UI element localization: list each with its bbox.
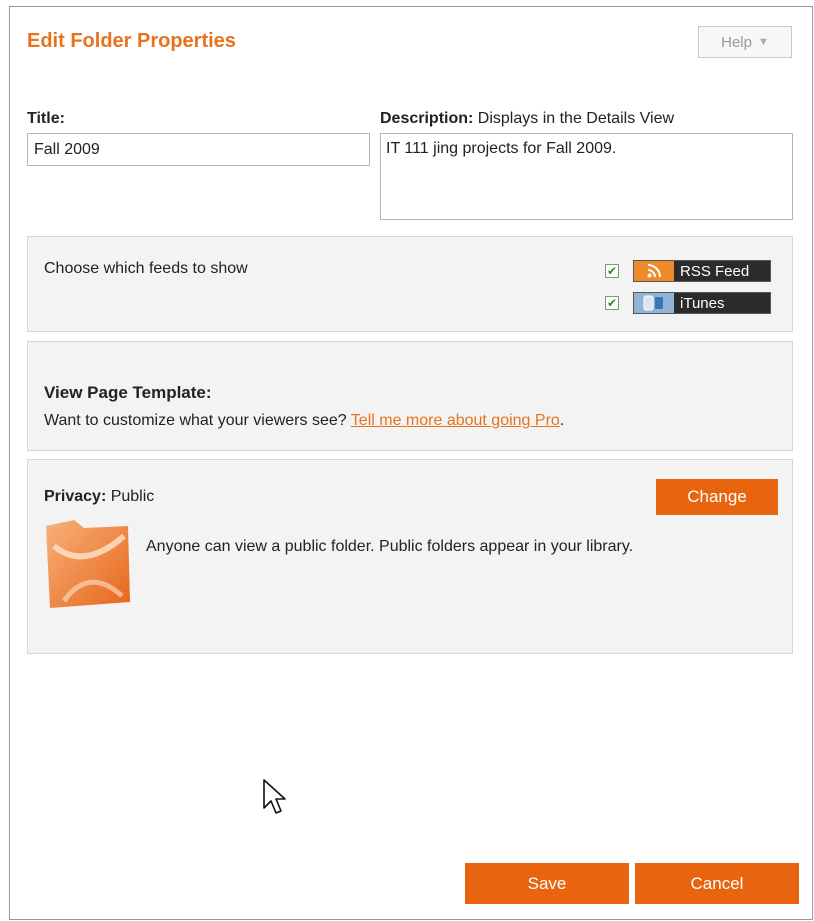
itunes-icon — [634, 293, 674, 313]
cancel-button[interactable]: Cancel — [635, 863, 799, 904]
privacy-label: Privacy: Public — [44, 488, 154, 506]
change-privacy-button[interactable]: Change — [656, 479, 778, 515]
title-label: Title: — [27, 110, 65, 127]
dialog-title: Edit Folder Properties — [27, 30, 236, 52]
template-heading: View Page Template: — [44, 383, 212, 402]
go-pro-link[interactable]: Tell me more about going Pro — [351, 412, 560, 429]
rss-feed-label: RSS Feed — [680, 262, 750, 280]
template-panel: View Page Template: Want to customize wh… — [27, 341, 793, 451]
help-label: Help — [721, 33, 752, 51]
privacy-label-strong: Privacy: — [44, 488, 107, 505]
itunes-label: iTunes — [680, 294, 725, 312]
template-text: Want to customize what your viewers see?… — [44, 412, 564, 430]
feeds-prompt: Choose which feeds to show — [44, 260, 248, 277]
description-label-strong: Description: — [380, 110, 474, 127]
description-input[interactable] — [380, 133, 793, 220]
rss-checkbox[interactable]: ✔ — [605, 264, 619, 278]
title-input[interactable] — [27, 133, 370, 166]
template-prompt: Want to customize what your viewers see? — [44, 412, 351, 429]
description-label: Description: Displays in the Details Vie… — [380, 110, 674, 128]
feed-row-rss: ✔ RSS Feed — [605, 260, 771, 282]
rss-icon — [634, 261, 674, 281]
rss-feed-badge[interactable]: RSS Feed — [633, 260, 771, 282]
privacy-value: Public — [106, 488, 155, 505]
mouse-pointer-icon — [261, 778, 289, 818]
help-button[interactable]: Help ▼ — [698, 26, 792, 58]
chevron-down-icon: ▼ — [757, 36, 769, 48]
itunes-checkbox[interactable]: ✔ — [605, 296, 619, 310]
itunes-badge[interactable]: iTunes — [633, 292, 771, 314]
save-button[interactable]: Save — [465, 863, 629, 904]
description-hint: Displays in the Details View — [473, 110, 675, 127]
feeds-panel: Choose which feeds to show ✔ RSS Feed ✔ — [27, 236, 793, 332]
privacy-panel: Privacy: Public Change Anyone can view a… — [27, 459, 793, 654]
feed-row-itunes: ✔ iTunes — [605, 292, 771, 314]
privacy-description: Anyone can view a public folder. Public … — [146, 538, 634, 555]
template-suffix: . — [559, 412, 565, 429]
public-folder-icon — [44, 516, 132, 611]
